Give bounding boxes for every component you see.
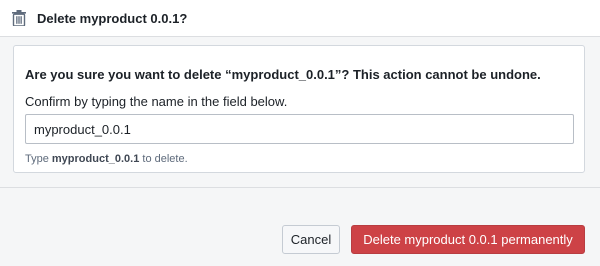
footer-divider: [0, 187, 600, 188]
helper-text: Type myproduct_0.0.1 to delete.: [25, 152, 188, 166]
helper-prefix: Type: [25, 153, 52, 165]
dialog-header: Delete myproduct 0.0.1?: [0, 0, 600, 37]
trash-icon: [12, 10, 26, 27]
confirm-name-input[interactable]: [25, 114, 574, 144]
helper-suffix: to delete.: [139, 153, 188, 165]
confirm-instruction: Confirm by typing the name in the field …: [25, 94, 288, 109]
cancel-button[interactable]: Cancel: [282, 225, 340, 254]
confirm-card: Are you sure you want to delete “myprodu…: [13, 45, 585, 173]
helper-name: myproduct_0.0.1: [51, 153, 140, 165]
dialog-body: Are you sure you want to delete “myprodu…: [0, 37, 600, 266]
dialog-title: Delete myproduct 0.0.1?: [37, 11, 188, 26]
delete-permanently-button[interactable]: Delete myproduct 0.0.1 permanently: [351, 225, 585, 254]
warning-message: Are you sure you want to delete “myprodu…: [25, 67, 541, 82]
